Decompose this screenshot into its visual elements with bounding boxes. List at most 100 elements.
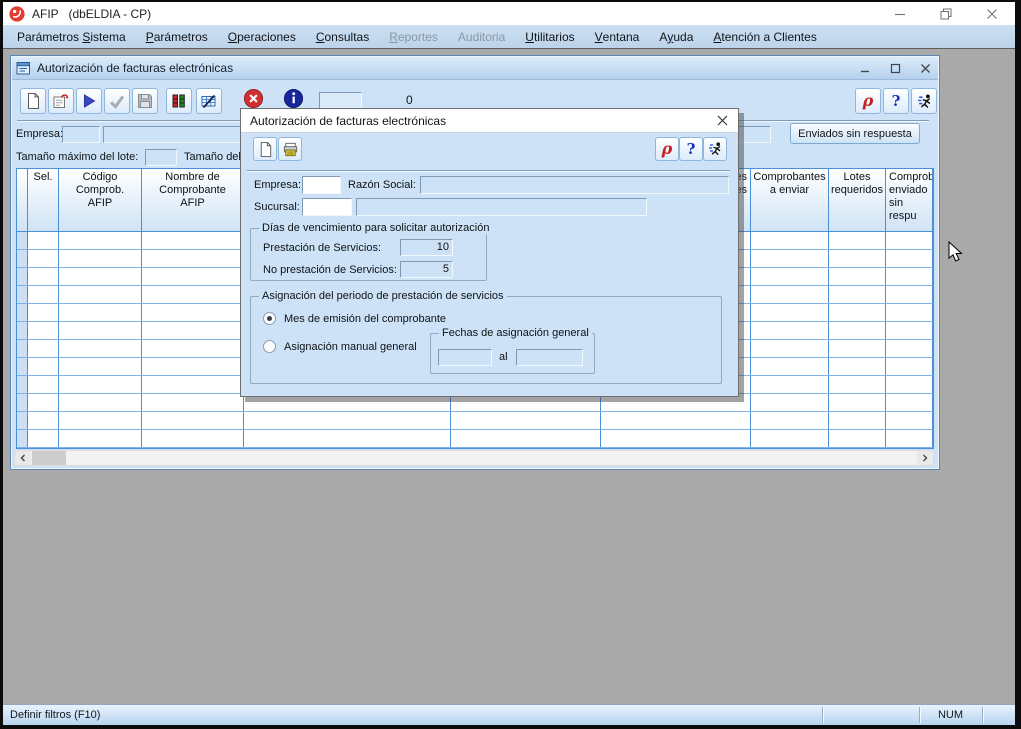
table-cell[interactable] (886, 412, 933, 429)
window-minimize-button[interactable] (857, 60, 873, 76)
new-button[interactable] (20, 88, 46, 114)
lotes-button[interactable] (166, 88, 192, 114)
table-cell[interactable] (28, 394, 59, 411)
window-close-button[interactable] (917, 60, 933, 76)
table-cell[interactable] (142, 250, 244, 267)
menu-item-par-metros-sistema[interactable]: Parámetros Sistema (7, 25, 136, 48)
sucursal-field[interactable] (302, 198, 352, 216)
cancel-button[interactable] (243, 88, 264, 109)
table-cell[interactable] (751, 376, 829, 393)
menu-item-atenci-n-a-clientes[interactable]: Atención a Clientes (703, 25, 826, 48)
table-cell[interactable] (28, 286, 59, 303)
enviados-sin-respuesta-button[interactable]: Enviados sin respuesta (790, 123, 920, 144)
table-cell[interactable] (244, 430, 451, 447)
table-cell[interactable] (59, 412, 142, 429)
table-cell[interactable] (59, 394, 142, 411)
lote-max-field[interactable] (145, 149, 177, 166)
menu-item-utilitarios[interactable]: Utilitarios (515, 25, 584, 48)
table-cell[interactable] (59, 430, 142, 447)
table-cell[interactable] (142, 430, 244, 447)
table-cell[interactable] (142, 376, 244, 393)
table-cell[interactable] (886, 286, 933, 303)
table-cell[interactable] (142, 322, 244, 339)
column-header[interactable] (17, 169, 28, 231)
column-header[interactable]: Comproba enviado sin respu (886, 169, 933, 231)
dialog-empresa-field[interactable] (302, 176, 341, 194)
table-cell[interactable] (142, 304, 244, 321)
table-cell[interactable] (751, 304, 829, 321)
table-cell[interactable] (751, 322, 829, 339)
table-cell[interactable] (142, 358, 244, 375)
no-prestacion-field[interactable]: 5 (400, 261, 453, 278)
dialog-help-button[interactable]: ? (679, 137, 703, 161)
menu-item-operaciones[interactable]: Operaciones (218, 25, 306, 48)
table-cell[interactable] (17, 412, 28, 429)
table-cell[interactable] (28, 250, 59, 267)
table-cell[interactable] (244, 412, 451, 429)
table-cell[interactable] (829, 394, 886, 411)
column-header[interactable]: Sel. (28, 169, 59, 231)
run-button[interactable] (76, 88, 102, 114)
table-cell[interactable] (829, 430, 886, 447)
table-cell[interactable] (751, 358, 829, 375)
table-cell[interactable] (17, 250, 28, 267)
table-cell[interactable] (28, 304, 59, 321)
table-cell[interactable] (829, 322, 886, 339)
table-cell[interactable] (886, 376, 933, 393)
table-cell[interactable] (142, 286, 244, 303)
table-cell[interactable] (751, 232, 829, 249)
menu-item-par-metros[interactable]: Parámetros (136, 25, 218, 48)
restore-button[interactable] (923, 2, 969, 25)
column-header[interactable]: Nombre de Comprobante AFIP (142, 169, 244, 231)
table-cell[interactable] (28, 376, 59, 393)
table-cell[interactable] (142, 394, 244, 411)
table-cell[interactable] (751, 286, 829, 303)
horizontal-scrollbar[interactable] (14, 450, 934, 466)
dialog-close-button[interactable] (706, 109, 738, 132)
table-cell[interactable] (829, 412, 886, 429)
table-cell[interactable] (829, 376, 886, 393)
table-cell[interactable] (886, 340, 933, 357)
table-cell[interactable] (28, 268, 59, 285)
table-row[interactable] (17, 430, 933, 448)
radio-mes-label[interactable]: Mes de emisión del comprobante (284, 313, 446, 325)
table-cell[interactable] (59, 232, 142, 249)
table-cell[interactable] (451, 430, 601, 447)
table-cell[interactable] (829, 286, 886, 303)
grid-edit-button[interactable] (196, 88, 222, 114)
table-cell[interactable] (59, 322, 142, 339)
scroll-right-button[interactable] (917, 451, 933, 465)
table-cell[interactable] (17, 232, 28, 249)
table-cell[interactable] (451, 412, 601, 429)
window-maximize-button[interactable] (887, 60, 903, 76)
table-row[interactable] (17, 412, 933, 430)
table-cell[interactable] (751, 394, 829, 411)
menu-item-consultas[interactable]: Consultas (306, 25, 379, 48)
table-cell[interactable] (59, 358, 142, 375)
table-cell[interactable] (886, 268, 933, 285)
empresa-code-field[interactable] (62, 126, 100, 143)
table-cell[interactable] (829, 340, 886, 357)
table-cell[interactable] (59, 268, 142, 285)
prestacion-field[interactable]: 10 (400, 239, 453, 256)
table-cell[interactable] (17, 430, 28, 447)
pendientes-button[interactable]: ρ (855, 88, 881, 114)
column-header[interactable]: Lotes requeridos (829, 169, 886, 231)
dialog-pendientes-button[interactable]: ρ (655, 137, 679, 161)
table-cell[interactable] (829, 358, 886, 375)
table-cell[interactable] (601, 412, 751, 429)
table-cell[interactable] (886, 358, 933, 375)
table-cell[interactable] (17, 268, 28, 285)
table-cell[interactable] (601, 430, 751, 447)
table-cell[interactable] (886, 322, 933, 339)
table-cell[interactable] (59, 286, 142, 303)
table-cell[interactable] (886, 304, 933, 321)
save-button[interactable] (132, 88, 158, 114)
menu-item-ventana[interactable]: Ventana (585, 25, 650, 48)
scroll-left-button[interactable] (15, 451, 31, 465)
table-cell[interactable] (28, 430, 59, 447)
close-button[interactable] (969, 2, 1015, 25)
table-cell[interactable] (17, 340, 28, 357)
table-cell[interactable] (59, 340, 142, 357)
dialog-new-button[interactable] (253, 137, 277, 161)
